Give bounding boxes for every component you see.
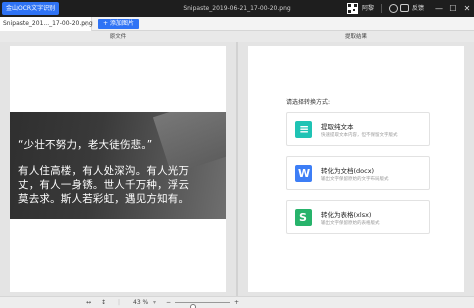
text-lines-icon: ≡ — [295, 121, 312, 138]
image-text-line: 莫去求。斯人若彩虹，遇见方知有。 — [18, 193, 190, 205]
fit-width-icon[interactable]: ↔ — [86, 297, 91, 308]
feedback-label[interactable]: 反馈 — [412, 0, 424, 17]
title-bar: 金山OCR文字识别 Snipaste_2019-06-21_17-00-20.p… — [0, 0, 474, 17]
image-text-line: “少壮不努力，老大徒伤悲。” — [18, 139, 153, 151]
theme-toggle-icon[interactable] — [389, 4, 398, 13]
qr-code-icon[interactable] — [347, 3, 358, 14]
toolbar-divider: | — [118, 299, 121, 306]
close-tab-icon[interactable]: × — [82, 17, 88, 31]
extraction-result-header: 提取结果 — [344, 34, 367, 40]
maximize-button[interactable]: ☐ — [446, 0, 460, 17]
option-description: 输出文字保留原始的表格版式 — [321, 221, 380, 226]
option-title: 提取纯文本 — [321, 123, 354, 131]
original-file-header: 原文件 — [109, 34, 127, 40]
fit-height-icon[interactable]: ↕ — [101, 297, 106, 308]
source-image: “少壮不努力，老大徒伤悲。” 有人住高楼，有人处深沟。有人光万 丈，有人一身锈。… — [10, 112, 226, 219]
tab-bar: Snipaste_201..._17-00-20.png × + 添加图片 — [0, 17, 474, 31]
zoom-in-button[interactable]: + — [234, 297, 239, 308]
user-name[interactable]: 阿黎 — [362, 0, 374, 17]
dropdown-icon[interactable]: ▾ — [153, 297, 156, 308]
spreadsheet-icon: S — [295, 209, 312, 226]
minimize-button[interactable]: — — [432, 0, 446, 17]
option-title: 转化为表格(xlsx) — [321, 211, 372, 219]
option-description: 输出文字保留原始的文字布局版式 — [321, 177, 389, 182]
option-convert-docx[interactable]: W 转化为文档(docx) 输出文字保留原始的文字布局版式 — [286, 156, 430, 190]
add-image-button[interactable]: + 添加图片 — [98, 19, 139, 29]
zoom-slider-thumb[interactable] — [190, 304, 196, 308]
option-title: 转化为文档(docx) — [321, 167, 375, 175]
conversion-options: 请选择转换方式: ≡ 提取纯文本 快速提取文本内容，但不保留文字版式 W 转化为… — [238, 42, 474, 296]
close-button[interactable]: ✕ — [460, 0, 474, 17]
file-tab[interactable]: Snipaste_201..._17-00-20.png × — [0, 17, 93, 31]
choose-method-label: 请选择转换方式: — [286, 99, 331, 106]
image-text-line: 有人住高楼，有人处深沟。有人光万 — [18, 165, 190, 177]
image-text-line: 丈，有人一身锈。世人千万种，浮云 — [18, 179, 190, 191]
titlebar-divider — [381, 4, 382, 13]
word-doc-icon: W — [295, 165, 312, 182]
feedback-icon[interactable] — [400, 4, 409, 12]
option-extract-text[interactable]: ≡ 提取纯文本 快速提取文本内容，但不保留文字版式 — [286, 112, 430, 146]
status-bar: ↔ ↕ | 43 % ▾ − + — [0, 296, 474, 308]
option-description: 快速提取文本内容，但不保留文字版式 — [321, 133, 398, 138]
file-tab-label: Snipaste_201..._17-00-20.png — [3, 20, 93, 27]
zoom-out-button[interactable]: − — [166, 297, 171, 308]
zoom-slider[interactable] — [175, 302, 230, 308]
option-convert-xlsx[interactable]: S 转化为表格(xlsx) 输出文字保留原始的表格版式 — [286, 200, 430, 234]
zoom-percentage[interactable]: 43 % — [133, 297, 148, 308]
